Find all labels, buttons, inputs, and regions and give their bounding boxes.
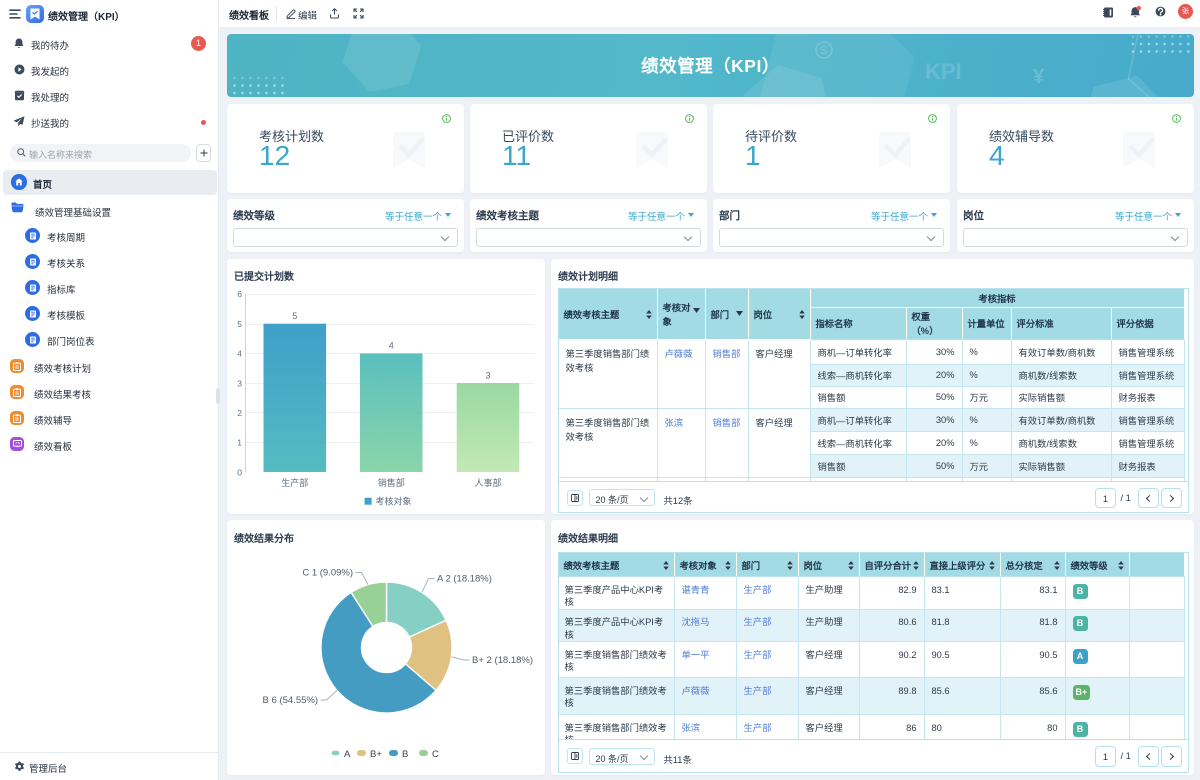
svg-text:B 6 (54.55%): B 6 (54.55%) <box>263 695 318 706</box>
svg-text:生产部: 生产部 <box>281 477 308 488</box>
svg-text:A: A <box>344 749 351 760</box>
svg-text:C: C <box>432 749 439 760</box>
svg-text:2: 2 <box>237 408 242 418</box>
svg-text:人事部: 人事部 <box>474 477 501 488</box>
svg-text:5: 5 <box>237 319 242 329</box>
svg-text:5: 5 <box>292 311 297 321</box>
svg-text:考核对象: 考核对象 <box>376 495 412 506</box>
svg-text:3: 3 <box>485 370 490 380</box>
svg-text:3: 3 <box>237 378 242 388</box>
svg-text:B+: B+ <box>370 749 382 760</box>
svg-text:C 1 (9.09%): C 1 (9.09%) <box>302 568 353 579</box>
svg-text:0: 0 <box>237 468 242 478</box>
svg-text:4: 4 <box>389 341 394 351</box>
svg-text:6: 6 <box>237 289 242 299</box>
svg-text:销售部: 销售部 <box>378 477 405 488</box>
svg-text:1: 1 <box>237 438 242 448</box>
svg-text:A 2 (18.18%): A 2 (18.18%) <box>437 574 492 585</box>
svg-text:B: B <box>402 749 408 760</box>
svg-text:4: 4 <box>237 349 242 359</box>
svg-text:B+ 2 (18.18%): B+ 2 (18.18%) <box>472 655 533 666</box>
